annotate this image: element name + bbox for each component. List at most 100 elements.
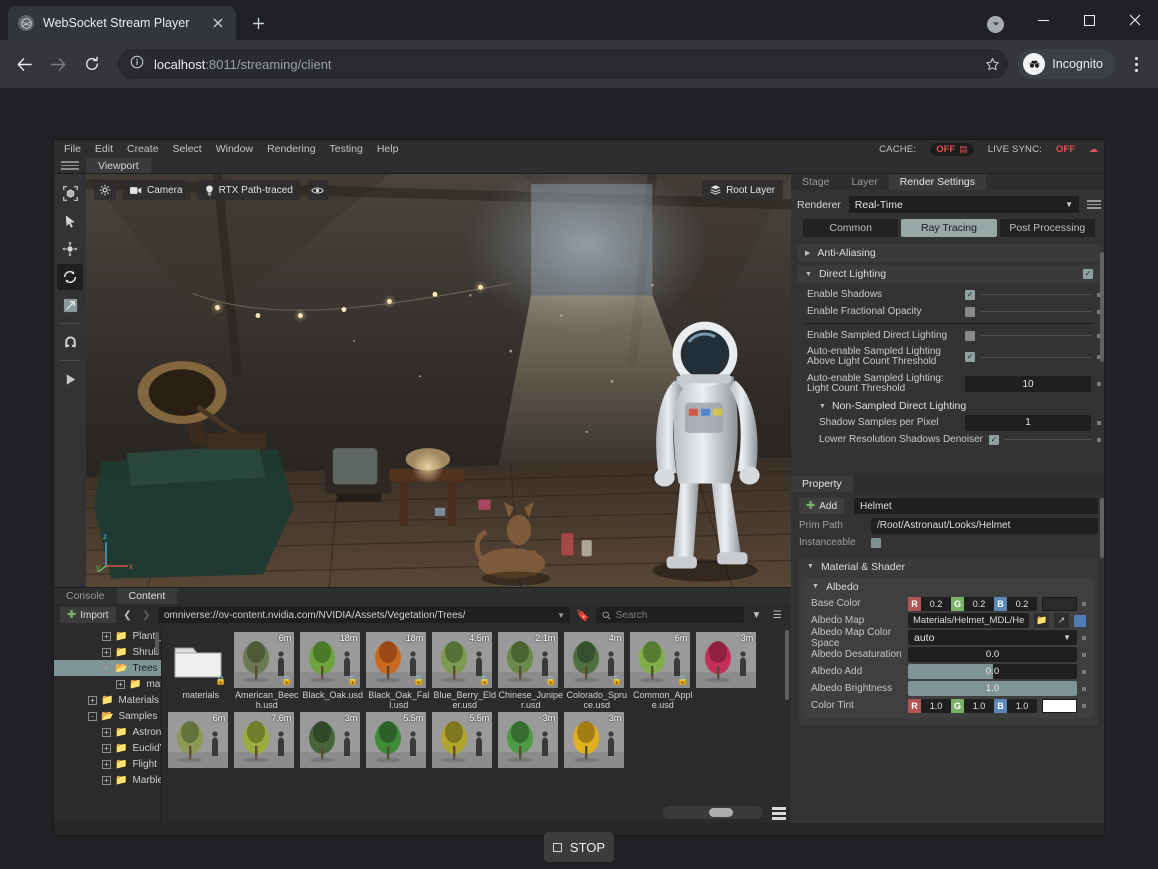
external-link-icon[interactable]: ↗ xyxy=(1054,613,1070,628)
asset-tile[interactable]: 6m 🔒 Common_Apple.usd xyxy=(630,632,695,710)
tree-node[interactable]: + 📁 EuclidVR xyxy=(54,740,161,756)
scale-icon[interactable] xyxy=(57,292,83,318)
tab-property[interactable]: Property xyxy=(791,476,853,492)
site-info-icon[interactable] xyxy=(130,55,144,74)
prim-path-field[interactable]: /Root/Astronaut/Looks/Helmet xyxy=(871,517,1098,534)
menu-create[interactable]: Create xyxy=(127,143,159,155)
row-reset-dot[interactable] xyxy=(1082,601,1086,606)
property-scrollbar[interactable] xyxy=(1100,498,1104,558)
row-reset-dot[interactable] xyxy=(1082,635,1086,640)
row-track[interactable] xyxy=(981,294,1091,295)
filter-icon[interactable]: ▼ xyxy=(749,610,765,621)
maximize-button[interactable] xyxy=(1066,0,1112,40)
asset-tile[interactable]: 3m xyxy=(300,712,365,770)
renderer-button[interactable]: RTX Path-traced xyxy=(196,180,301,200)
menu-select[interactable]: Select xyxy=(173,143,202,155)
base-color-swatch[interactable] xyxy=(1042,596,1077,611)
instanceable-checkbox[interactable] xyxy=(871,537,881,548)
expand-icon[interactable]: + xyxy=(116,679,125,689)
row-reset-dot[interactable] xyxy=(1082,652,1086,657)
segment-ray-tracing[interactable]: Ray Tracing xyxy=(901,219,997,237)
menu-rendering[interactable]: Rendering xyxy=(267,143,315,155)
row-track[interactable] xyxy=(981,335,1091,336)
enable-fractional-opacity-checkbox[interactable] xyxy=(965,306,975,317)
r-value[interactable]: 0.2 xyxy=(921,596,951,611)
tab-content[interactable]: Content xyxy=(116,588,178,604)
collapse-icon[interactable]: - xyxy=(102,663,111,673)
asset-tile[interactable]: 4.5m 🔒 Blue_Berry_Elder.usd xyxy=(432,632,497,710)
view-mode-icon[interactable] xyxy=(772,807,786,820)
asset-tile[interactable]: 3m xyxy=(498,712,563,770)
b-value[interactable]: 1.0 xyxy=(1007,698,1037,713)
forward-icon[interactable] xyxy=(42,48,74,80)
section-anti-aliasing[interactable]: ▶ Anti-Aliasing xyxy=(797,244,1101,262)
app-hamburger-icon[interactable] xyxy=(54,158,86,173)
base-color-rgb[interactable]: R 0.2 G 0.2 B 0.2 xyxy=(908,596,1037,611)
asset-tile[interactable]: 6m xyxy=(168,712,233,770)
kebab-menu-icon[interactable] xyxy=(1122,49,1150,79)
collapse-icon[interactable]: - xyxy=(88,711,97,721)
cache-status-badge[interactable]: OFF ▤ xyxy=(930,142,974,156)
renderer-select[interactable]: Real-Time ▼ xyxy=(848,196,1079,213)
material-shader-header[interactable]: ▼ Material & Shader xyxy=(799,558,1098,575)
asset-tile[interactable]: 🔒 materials xyxy=(168,632,233,710)
albedo-map-indicator[interactable] xyxy=(1074,614,1086,627)
b-value[interactable]: 0.2 xyxy=(1007,596,1037,611)
asset-tile[interactable]: 5.5m xyxy=(366,712,431,770)
tree-node[interactable]: + 📁 Flight xyxy=(54,756,161,772)
chevron-down-icon[interactable] xyxy=(987,15,1004,33)
tree-node[interactable]: + 📁 materials xyxy=(54,676,161,692)
row-track[interactable] xyxy=(981,356,1091,358)
move-icon[interactable] xyxy=(57,236,83,262)
g-value[interactable]: 0.2 xyxy=(964,596,994,611)
enable-sampled-direct-lighting-checkbox[interactable] xyxy=(965,330,975,341)
tab-console[interactable]: Console xyxy=(54,588,117,604)
albedo-add-slider[interactable]: 0.0 xyxy=(908,664,1077,679)
tree-node[interactable]: - 📂 Samples xyxy=(54,708,161,724)
bookmark-icon[interactable]: 🔖 xyxy=(575,609,591,622)
albedo-map-field[interactable]: Materials/Helmet_MDL/He xyxy=(908,613,1030,628)
auto-enable-sampled-lighting-checkbox[interactable]: ✓ xyxy=(965,352,975,362)
thumbnail-size-slider[interactable] xyxy=(663,806,763,819)
minimize-button[interactable] xyxy=(1020,0,1066,40)
asset-tile[interactable]: 18m 🔒 Black_Oak.usd xyxy=(300,632,365,710)
row-track[interactable] xyxy=(981,311,1091,312)
asset-tile[interactable]: 18m 🔒 Black_Oak_Fall.usd xyxy=(366,632,431,710)
address-bar[interactable]: localhost:8011/streaming/client xyxy=(118,49,1009,79)
row-reset-dot[interactable] xyxy=(1082,686,1086,691)
tree-node[interactable]: + 📁 Shrub xyxy=(54,644,161,660)
rotate-icon[interactable] xyxy=(57,264,83,290)
enable-shadows-checkbox[interactable]: ✓ xyxy=(965,289,975,300)
asset-tile[interactable]: 3m xyxy=(696,632,761,710)
reload-icon[interactable] xyxy=(76,48,108,80)
segment-common[interactable]: Common xyxy=(803,219,899,237)
import-button[interactable]: ✚ Import xyxy=(60,607,116,623)
tab-layer[interactable]: Layer xyxy=(840,174,888,190)
new-tab-button[interactable] xyxy=(244,9,272,37)
asset-tile[interactable]: 3m xyxy=(564,712,629,770)
menu-help[interactable]: Help xyxy=(377,143,399,155)
expand-icon[interactable]: + xyxy=(88,695,97,705)
tree-node[interactable]: +📁Plant_Tropical xyxy=(54,628,161,644)
slider-knob[interactable] xyxy=(709,808,733,817)
albedo-color-space-select[interactable]: auto ▼ xyxy=(908,630,1077,645)
row-reset-dot[interactable] xyxy=(1097,382,1101,386)
asset-tile[interactable]: 7.6m xyxy=(234,712,299,770)
row-reset-dot[interactable] xyxy=(1082,669,1086,674)
light-count-threshold-input[interactable]: 10 xyxy=(965,376,1091,392)
row-track[interactable] xyxy=(1004,439,1091,440)
root-layer-chip[interactable]: Root Layer xyxy=(702,180,783,200)
expand-icon[interactable]: + xyxy=(102,743,111,753)
r-value[interactable]: 1.0 xyxy=(921,698,951,713)
tree-node[interactable]: + 📁 Materials xyxy=(54,692,161,708)
lower-res-denoiser-checkbox[interactable]: ✓ xyxy=(988,434,999,445)
menu-testing[interactable]: Testing xyxy=(330,143,363,155)
menu-file[interactable]: File xyxy=(64,143,81,155)
grid-scrollbar[interactable] xyxy=(785,630,789,700)
expand-icon[interactable]: + xyxy=(102,727,111,737)
gear-icon[interactable] xyxy=(94,180,116,200)
back-icon[interactable] xyxy=(8,48,40,80)
tree-node[interactable]: - 📂 Trees xyxy=(54,660,162,676)
color-tint-rgb[interactable]: R 1.0 G 1.0 B 1.0 xyxy=(908,698,1037,713)
tree-node[interactable]: + 📁 Astronaut xyxy=(54,724,161,740)
